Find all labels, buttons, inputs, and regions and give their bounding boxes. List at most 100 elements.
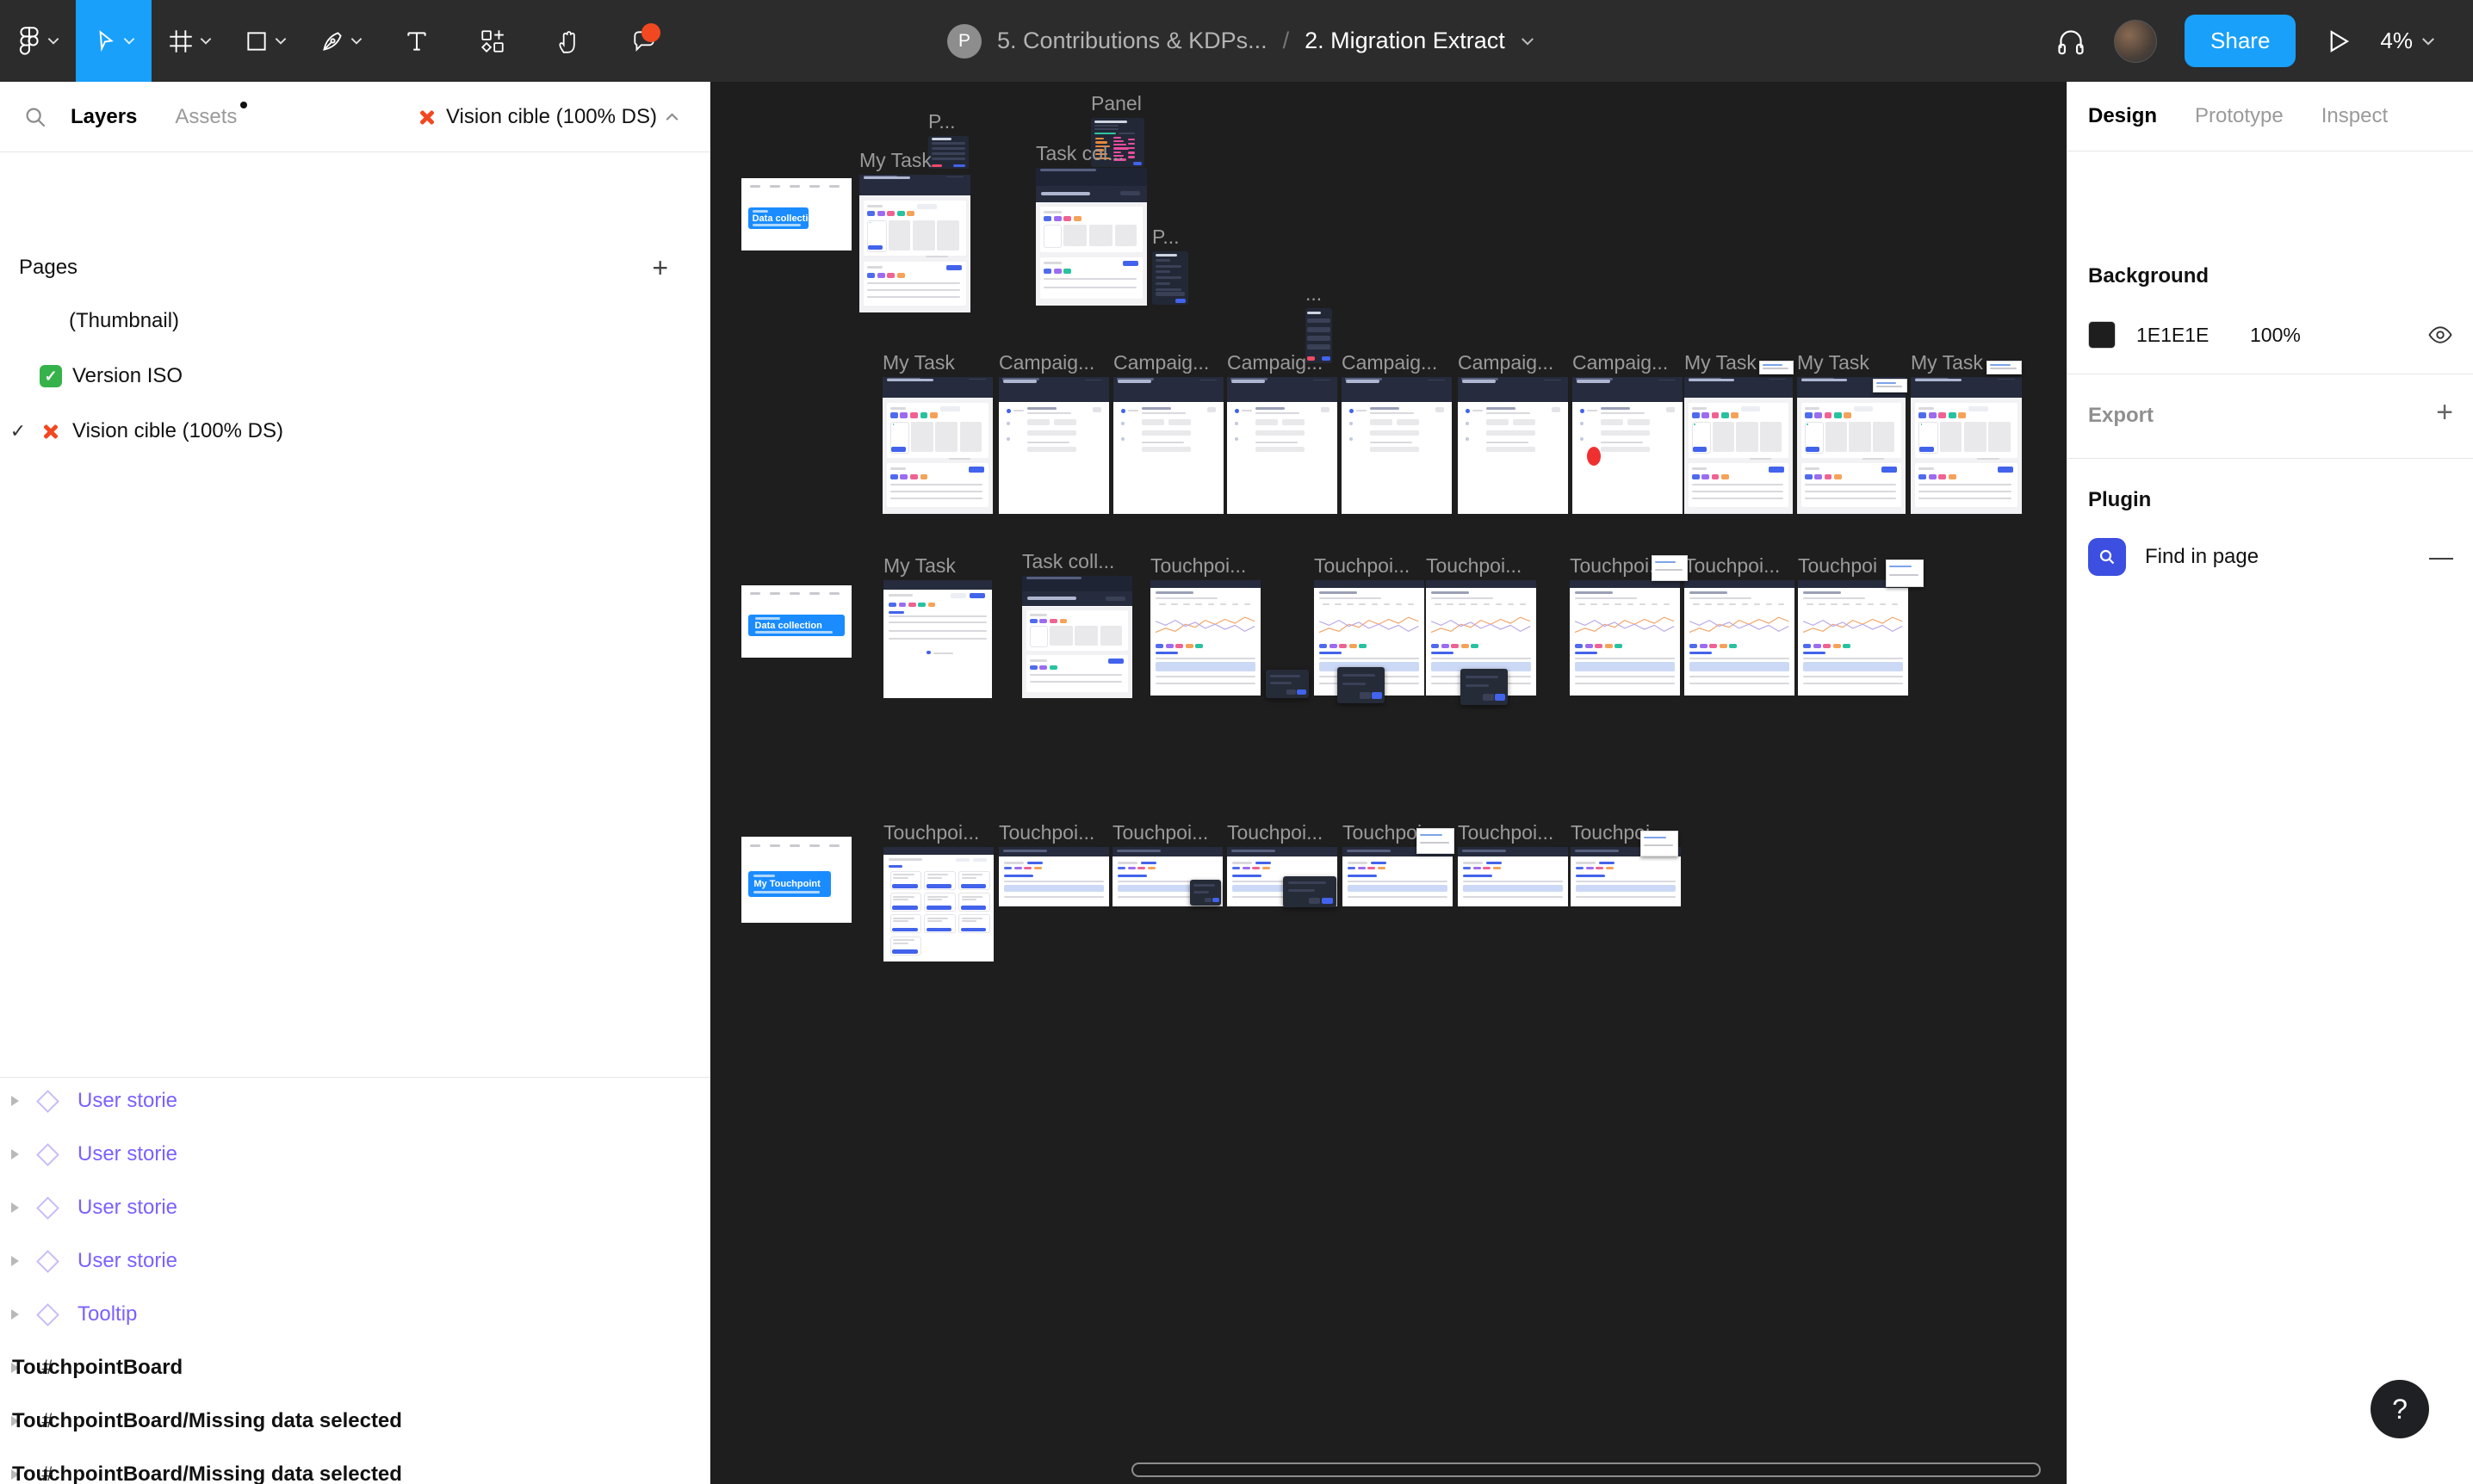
frame-title-label[interactable]: P... — [928, 110, 956, 133]
page-row[interactable]: (Thumbnail) — [0, 294, 710, 349]
frame-title-label[interactable]: Campaig... — [1342, 351, 1437, 374]
expand-chevron-icon[interactable] — [0, 1203, 29, 1213]
frame-title-label[interactable]: Task col... — [1036, 142, 1124, 165]
page-row[interactable]: ✓Vision cible (100% DS) — [0, 404, 710, 459]
canvas-frame[interactable] — [1022, 576, 1132, 698]
expand-chevron-icon[interactable] — [0, 1096, 29, 1106]
sticky-note[interactable] — [1886, 560, 1924, 587]
canvas-frame[interactable] — [1227, 377, 1337, 514]
context-popup[interactable] — [1460, 669, 1508, 705]
context-popup[interactable] — [1337, 667, 1385, 703]
chevron-down-icon[interactable] — [1521, 37, 1534, 46]
frame-title-label[interactable]: Campaig... — [999, 351, 1094, 374]
canvas-frame[interactable] — [1036, 168, 1147, 306]
layer-row[interactable]: #TouchpointBoard/Missing data selected — [0, 1448, 710, 1484]
canvas-frame[interactable] — [999, 377, 1109, 514]
canvas-frame[interactable] — [1458, 847, 1568, 906]
expand-chevron-icon[interactable] — [0, 1309, 29, 1320]
expand-chevron-icon[interactable] — [0, 1256, 29, 1266]
canvas-frame[interactable] — [1797, 377, 1906, 514]
canvas-frame[interactable] — [1342, 847, 1453, 906]
add-export-button[interactable]: + — [2436, 396, 2453, 430]
frame-title-label[interactable]: Touchpoi... — [1314, 554, 1410, 578]
context-popup[interactable] — [1266, 670, 1309, 698]
background-opacity-value[interactable]: 100% — [2250, 324, 2301, 347]
canvas-frame[interactable] — [1570, 580, 1680, 696]
frame-title-label[interactable]: My Task — [1911, 351, 1983, 374]
canvas-frame[interactable] — [1684, 377, 1793, 514]
shape-tool-button[interactable] — [227, 0, 303, 82]
audio-headphones-icon[interactable] — [2055, 26, 2086, 57]
frame-title-label[interactable]: Touchpoi... — [1684, 554, 1780, 578]
help-button[interactable]: ? — [2371, 1380, 2429, 1438]
visibility-eye-icon[interactable] — [2427, 325, 2453, 345]
frame-title-label[interactable]: Touchpoi... — [883, 821, 979, 844]
layer-row[interactable]: User storie — [0, 1128, 710, 1181]
canvas-frame[interactable] — [883, 377, 993, 514]
canvas-frame[interactable] — [1458, 377, 1568, 514]
user-avatar[interactable] — [2114, 20, 2157, 63]
frame-title-label[interactable]: My Task — [859, 149, 932, 172]
background-color-row[interactable]: 1E1E1E 100% — [2088, 319, 2453, 350]
canvas-frame[interactable] — [999, 847, 1109, 906]
zoom-menu[interactable]: 4% — [2380, 28, 2435, 54]
frame-title-label[interactable]: My Task — [1797, 351, 1869, 374]
context-popup[interactable] — [1283, 876, 1336, 907]
move-tool-button[interactable] — [76, 0, 152, 82]
tab-inspect[interactable]: Inspect — [2321, 104, 2388, 128]
project-avatar[interactable]: P — [947, 24, 982, 59]
frame-title-label[interactable]: Touchpoi... — [999, 821, 1094, 844]
annotation-red-dot[interactable] — [1587, 447, 1601, 466]
canvas-frame[interactable] — [859, 175, 970, 312]
tab-assets[interactable]: Assets — [175, 105, 237, 129]
frame-title-label[interactable]: My Task — [1684, 351, 1757, 374]
color-swatch[interactable] — [2088, 321, 2116, 349]
frame-title-label[interactable]: My Task — [883, 554, 956, 578]
canvas-frame[interactable] — [1342, 377, 1452, 514]
sticky-note[interactable] — [1416, 828, 1454, 854]
layer-row[interactable]: User storie — [0, 1181, 710, 1234]
canvas-frame[interactable] — [1305, 308, 1332, 363]
comment-tool-button[interactable] — [606, 0, 682, 82]
present-play-icon[interactable] — [2323, 27, 2352, 56]
pen-tool-button[interactable] — [303, 0, 379, 82]
remove-plugin-button[interactable]: — — [2429, 543, 2453, 571]
frame-title-label[interactable]: Campaig... — [1572, 351, 1668, 374]
canvas-frame[interactable] — [928, 136, 969, 169]
add-page-button[interactable]: + — [652, 254, 668, 281]
sticky-note[interactable] — [1873, 379, 1907, 393]
frame-title-label[interactable]: Touchpoi... — [1113, 821, 1208, 844]
canvas-frame[interactable] — [1152, 251, 1188, 305]
figma-menu-button[interactable] — [0, 0, 76, 82]
canvas-frame[interactable] — [1572, 377, 1683, 514]
context-popup[interactable] — [1190, 880, 1221, 906]
current-page-selector[interactable]: Vision cible (100% DS) — [417, 105, 679, 129]
frame-title-label[interactable]: Campaig... — [1458, 351, 1553, 374]
canvas-frame[interactable] — [1798, 580, 1908, 696]
frame-title-label[interactable]: ... — [1305, 282, 1322, 306]
horizontal-scrollbar[interactable] — [1131, 1462, 2041, 1477]
background-hex-value[interactable]: 1E1E1E — [2136, 324, 2209, 347]
canvas-frame[interactable]: Data collection — [741, 178, 852, 250]
canvas[interactable]: Data collectionP...My TaskPanelTask col.… — [710, 82, 2067, 1484]
frame-title-label[interactable]: Touchpoi — [1798, 554, 1877, 578]
frame-title-label[interactable]: Touchpoi... — [1227, 821, 1323, 844]
tab-prototype[interactable]: Prototype — [2195, 104, 2284, 128]
share-button[interactable]: Share — [2185, 15, 2296, 67]
frame-title-label[interactable]: P... — [1152, 226, 1180, 249]
frame-title-label[interactable]: Touchpoi — [1342, 821, 1422, 844]
canvas-frame[interactable] — [1684, 580, 1794, 696]
frame-title-label[interactable]: Campaig... — [1113, 351, 1209, 374]
frame-title-label[interactable]: Touchpoi... — [1458, 821, 1553, 844]
layer-row[interactable]: User storie — [0, 1074, 710, 1128]
page-title[interactable]: 2. Migration Extract — [1305, 28, 1505, 54]
hand-tool-button[interactable] — [530, 0, 606, 82]
canvas-frame[interactable] — [1113, 377, 1224, 514]
layer-row[interactable]: #TouchpointBoard — [0, 1341, 710, 1394]
sticky-note[interactable] — [1759, 361, 1794, 374]
sticky-note[interactable] — [1640, 831, 1678, 856]
layer-row[interactable]: Tooltip — [0, 1288, 710, 1341]
layer-row[interactable]: User storie — [0, 1234, 710, 1288]
text-tool-button[interactable] — [379, 0, 455, 82]
frame-tool-button[interactable] — [152, 0, 227, 82]
